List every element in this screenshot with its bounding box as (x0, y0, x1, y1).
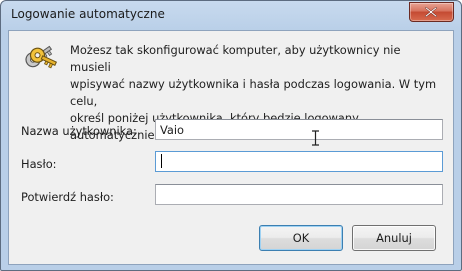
close-button[interactable] (409, 2, 454, 22)
keys-icon (25, 45, 58, 69)
text-cursor-icon (312, 130, 319, 146)
password-label: Hasło: (21, 157, 57, 171)
text-caret (161, 154, 162, 168)
confirm-password-field[interactable] (155, 184, 443, 205)
username-field[interactable] (155, 119, 443, 140)
ok-button[interactable]: OK (259, 225, 343, 251)
cancel-button[interactable]: Anuluj (352, 225, 436, 251)
dialog-window: Logowanie automatyczne Możesz tak skonfi… (0, 0, 462, 271)
title-bar[interactable]: Logowanie automatyczne (1, 1, 461, 29)
window-title: Logowanie automatyczne (11, 7, 165, 21)
close-icon (425, 7, 437, 17)
password-field[interactable] (155, 151, 443, 172)
username-label: Nazwa użytkownika: (21, 124, 137, 138)
dialog-content: Możesz tak skonfigurować komputer, aby u… (8, 30, 454, 265)
confirm-password-label: Potwierdź hasło: (21, 190, 114, 204)
